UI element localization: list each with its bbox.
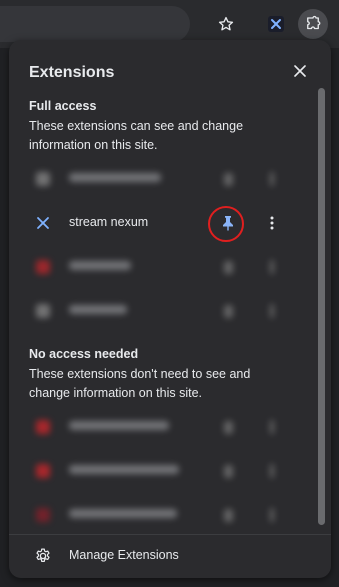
close-icon[interactable] [290,61,310,81]
extensions-menu: Extensions Full access These extensions … [9,40,331,578]
extension-row[interactable] [9,291,309,331]
gear-icon [33,546,53,566]
pin-highlight-ring [208,206,244,242]
extension-icon [35,507,51,523]
pin-icon[interactable] [216,503,240,527]
extension-name [69,303,127,317]
pinned-extension-icon[interactable] [262,10,290,38]
divider [9,534,331,535]
extension-name [69,463,179,477]
extension-name [69,507,177,521]
extension-icon [35,171,51,187]
extension-row[interactable] [9,247,309,287]
full-access-description: These extensions can see and change info… [29,119,244,152]
manage-extensions-button[interactable]: Manage Extensions [9,540,331,572]
extension-name [69,419,169,433]
more-options-icon[interactable] [262,299,282,323]
extension-row[interactable] [9,407,309,447]
full-access-heading: Full access [29,99,97,113]
more-options-icon[interactable] [262,255,282,279]
extension-icon [35,419,51,435]
no-access-heading: No access needed [29,347,139,361]
crossed-arrows-icon [35,215,51,231]
extension-row-stream-nexum[interactable]: stream nexum [9,203,309,243]
extension-row[interactable] [9,495,309,535]
bookmark-star-icon[interactable] [212,10,240,38]
no-access-description: These extensions don't need to see and c… [29,367,251,400]
pin-icon[interactable] [216,415,240,439]
more-options-icon[interactable] [262,211,282,235]
extension-icon [35,303,51,319]
panel-title: Extensions [29,64,115,81]
more-options-icon[interactable] [262,503,282,527]
pin-icon[interactable] [216,255,240,279]
extension-name [69,259,131,273]
pin-icon[interactable] [216,459,240,483]
extension-icon [35,463,51,479]
extensions-puzzle-icon[interactable] [298,9,328,39]
scrollbar[interactable] [318,88,325,525]
extension-row[interactable] [9,159,309,199]
more-options-icon[interactable] [262,415,282,439]
more-options-icon[interactable] [262,459,282,483]
extension-icon [35,259,51,275]
more-options-icon[interactable] [262,167,282,191]
pin-icon[interactable] [216,299,240,323]
extension-row[interactable] [9,451,309,491]
address-bar[interactable] [0,6,190,42]
manage-extensions-label: Manage Extensions [69,548,179,562]
extension-name: stream nexum [69,215,149,229]
extension-name [69,171,161,185]
pin-icon[interactable] [216,167,240,191]
